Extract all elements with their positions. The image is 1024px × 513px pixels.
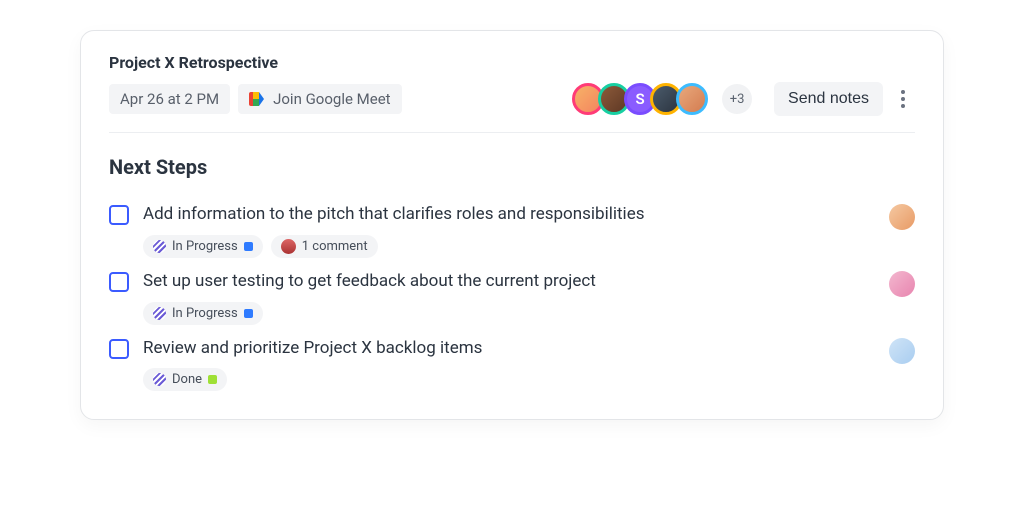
linear-icon	[153, 373, 166, 386]
status-chip[interactable]: In Progress	[143, 235, 263, 258]
status-label: Done	[172, 372, 202, 387]
section-title: Next Steps	[109, 155, 915, 179]
avatar-stack[interactable]: S	[572, 83, 708, 115]
assignee-avatar[interactable]	[889, 204, 915, 230]
send-notes-button[interactable]: Send notes	[774, 82, 883, 116]
status-label: In Progress	[172, 239, 238, 254]
datetime-text: Apr 26 at 2 PM	[120, 90, 219, 108]
linear-icon	[153, 240, 166, 253]
task-checkbox[interactable]	[109, 272, 129, 292]
meeting-title: Project X Retrospective	[109, 53, 915, 72]
status-chip[interactable]: In Progress	[143, 302, 263, 325]
status-chip[interactable]: Done	[143, 368, 227, 391]
join-meet-button[interactable]: Join Google Meet	[238, 84, 401, 114]
task-chips: Done	[143, 368, 875, 391]
task-chips: In Progress	[143, 302, 875, 325]
meeting-card: Project X Retrospective Apr 26 at 2 PM J…	[80, 30, 944, 420]
comment-chip[interactable]: 1 comment	[271, 235, 378, 258]
task-row: Set up user testing to get feedback abou…	[109, 260, 915, 327]
status-dot	[244, 309, 253, 318]
attendee-avatar[interactable]	[676, 83, 708, 115]
task-text[interactable]: Add information to the pitch that clarif…	[143, 203, 875, 227]
commenter-avatar-icon	[281, 239, 296, 254]
meeting-header: Apr 26 at 2 PM Join Google Meet S +3 Sen…	[109, 82, 915, 133]
join-meet-label: Join Google Meet	[273, 90, 390, 108]
comment-label: 1 comment	[302, 239, 368, 254]
linear-icon	[153, 307, 166, 320]
task-list: Add information to the pitch that clarif…	[109, 193, 915, 393]
status-label: In Progress	[172, 306, 238, 321]
status-dot	[244, 242, 253, 251]
google-meet-icon	[249, 92, 267, 106]
task-row: Add information to the pitch that clarif…	[109, 193, 915, 260]
task-checkbox[interactable]	[109, 339, 129, 359]
task-row: Review and prioritize Project X backlog …	[109, 327, 915, 394]
status-dot	[208, 375, 217, 384]
task-body: Add information to the pitch that clarif…	[143, 203, 875, 258]
task-text[interactable]: Review and prioritize Project X backlog …	[143, 337, 875, 361]
more-menu-button[interactable]	[891, 84, 915, 114]
datetime-pill[interactable]: Apr 26 at 2 PM	[109, 84, 230, 114]
task-chips: In Progress 1 comment	[143, 235, 875, 258]
more-attendees-badge[interactable]: +3	[722, 84, 752, 114]
task-body: Set up user testing to get feedback abou…	[143, 270, 875, 325]
assignee-avatar[interactable]	[889, 271, 915, 297]
task-text[interactable]: Set up user testing to get feedback abou…	[143, 270, 875, 294]
task-body: Review and prioritize Project X backlog …	[143, 337, 875, 392]
task-checkbox[interactable]	[109, 205, 129, 225]
assignee-avatar[interactable]	[889, 338, 915, 364]
